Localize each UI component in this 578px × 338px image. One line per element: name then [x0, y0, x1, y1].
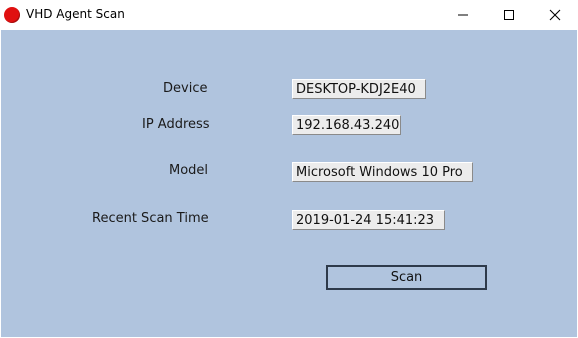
device-label: Device — [163, 81, 208, 96]
app-window: VHD Agent Scan Device DESKTOP-KDJ2E40 IP… — [0, 0, 578, 338]
minimize-icon — [458, 14, 468, 16]
ip-address-value: 192.168.43.240 — [292, 115, 401, 135]
title-bar[interactable]: VHD Agent Scan — [0, 0, 578, 30]
device-value: DESKTOP-KDJ2E40 — [292, 79, 426, 99]
maximize-icon — [504, 10, 514, 20]
minimize-button[interactable] — [440, 0, 486, 30]
close-button[interactable] — [532, 0, 578, 30]
recent-scan-time-label: Recent Scan Time — [92, 211, 209, 226]
model-value: Microsoft Windows 10 Pro — [292, 162, 473, 182]
window-title: VHD Agent Scan — [26, 7, 125, 21]
model-label: Model — [169, 163, 209, 178]
ip-address-label: IP Address — [142, 117, 210, 132]
maximize-button[interactable] — [486, 0, 532, 30]
recent-scan-time-value: 2019-01-24 15:41:23 — [292, 210, 445, 230]
app-icon — [4, 7, 20, 23]
close-icon — [549, 9, 561, 21]
form-panel: Device DESKTOP-KDJ2E40 IP Address 192.16… — [1, 30, 577, 337]
scan-button[interactable]: Scan — [326, 265, 487, 290]
